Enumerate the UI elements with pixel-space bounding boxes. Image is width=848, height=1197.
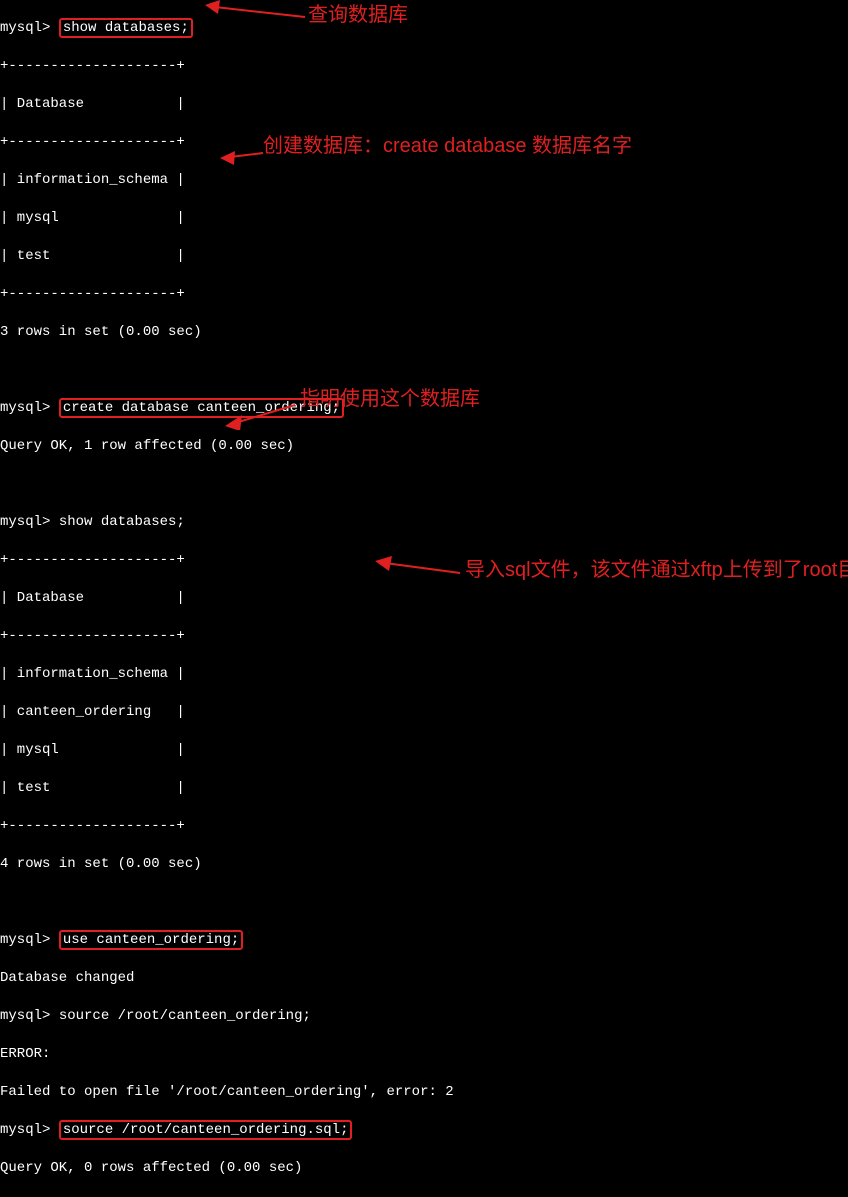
mysql-prompt: mysql> [0,1122,50,1138]
error-label: ERROR: [0,1045,848,1064]
mysql-prompt: mysql> [0,20,50,36]
table-border: +--------------------+ [0,817,848,836]
db-changed: Database changed [0,969,848,988]
table-row: | information_schema | [0,665,848,684]
table-border: +--------------------+ [0,57,848,76]
mysql-prompt: mysql> [0,932,50,948]
table-row: | test | [0,247,848,266]
row-count: 3 rows in set (0.00 sec) [0,323,848,342]
error-message: Failed to open file '/root/canteen_order… [0,1083,848,1102]
mysql-prompt: mysql> [0,514,50,530]
table-border: +--------------------+ [0,627,848,646]
annotation-create-db: 创建数据库：create database 数据库名字 [263,137,632,156]
query-ok: Query OK, 0 rows affected (0.00 sec) [0,1159,848,1178]
table-header: | Database | [0,589,848,608]
table-header: | Database | [0,95,848,114]
annotation-use-db: 指明使用这个数据库 [300,390,480,409]
cmd-use-database: use canteen_ordering; [59,930,243,950]
table-row: | test | [0,779,848,798]
terminal-output: mysql> show databases; +----------------… [0,0,848,1197]
table-row: | information_schema | [0,171,848,190]
mysql-prompt: mysql> [0,1008,50,1024]
table-row: | canteen_ordering | [0,703,848,722]
cmd-source-1: source /root/canteen_ordering; [59,1008,311,1024]
query-ok: Query OK, 1 row affected (0.00 sec) [0,437,848,456]
annotation-import-sql: 导入sql文件，该文件通过xftp上传到了root目录下了 [465,558,848,582]
table-row: | mysql | [0,741,848,760]
row-count: 4 rows in set (0.00 sec) [0,855,848,874]
cmd-show-databases-1: show databases; [59,18,193,38]
table-border: +--------------------+ [0,285,848,304]
annotation-query-db: 查询数据库 [308,6,408,25]
table-row: | mysql | [0,209,848,228]
cmd-show-databases-2: show databases; [59,514,185,530]
mysql-prompt: mysql> [0,400,50,416]
cmd-source-2: source /root/canteen_ordering.sql; [59,1120,353,1140]
